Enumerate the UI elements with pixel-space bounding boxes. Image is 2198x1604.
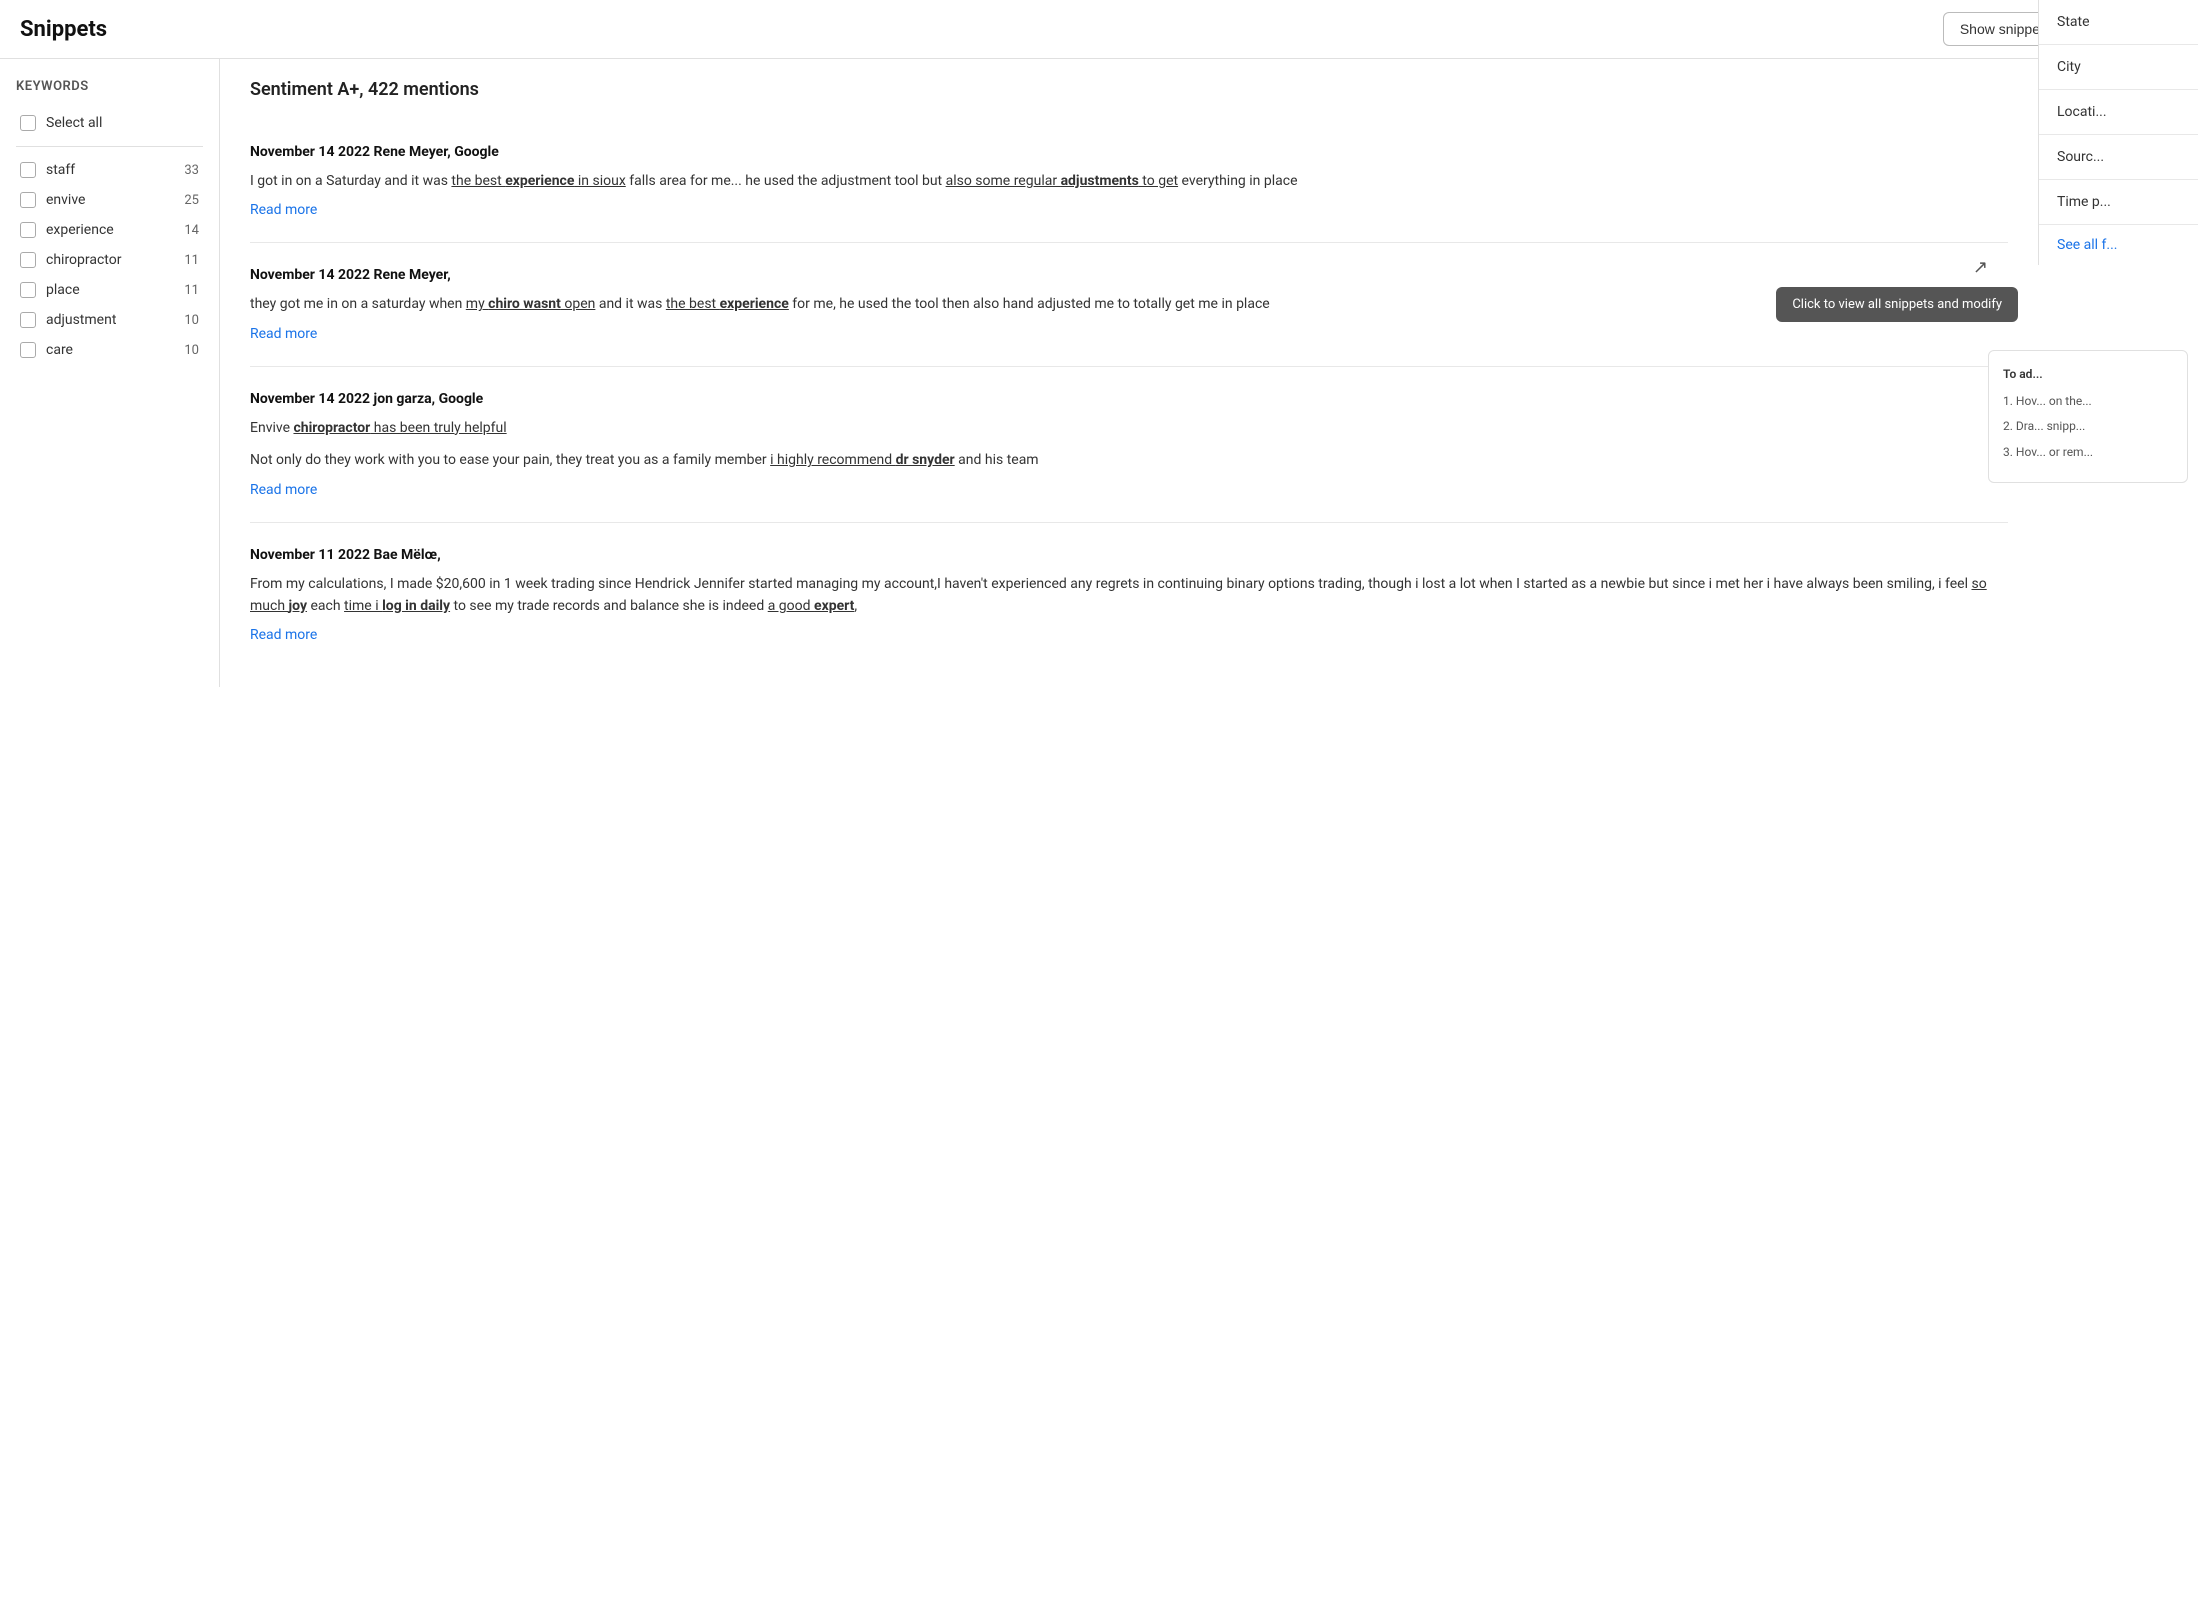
read-more-link-4[interactable]: Read more [250, 627, 317, 643]
keyword-item-staff[interactable]: staff 33 [16, 155, 203, 185]
keyword-count-envive: 25 [184, 193, 199, 208]
tooltip-trigger-icon[interactable]: ↗ [1973, 257, 1988, 278]
keyword-list: staff 33 envive 25 experience 14 chiropr… [16, 155, 203, 365]
keyword-label-envive: envive [46, 192, 174, 208]
review-card-1: November 14 2022 Rene Meyer, Google I go… [250, 120, 2008, 243]
select-all-item[interactable]: Select all [16, 108, 203, 138]
keyword-label-care: care [46, 342, 174, 358]
time-filter[interactable]: Time p... [2039, 180, 2198, 225]
keyword-checkbox-adjustment[interactable] [20, 312, 36, 328]
source-filter-label: Sourc... [2057, 149, 2104, 165]
tooltip-wrapper: ↗ Click to view all snippets and modify [1973, 257, 1988, 278]
review-text-1: I got in on a Saturday and it was the be… [250, 170, 2008, 192]
keyword-count-place: 11 [184, 283, 199, 298]
state-filter[interactable]: State [2039, 0, 2198, 45]
keyword-item-envive[interactable]: envive 25 [16, 185, 203, 215]
keywords-title: Keywords [16, 79, 203, 94]
review-text-3: Envive chiropractor has been truly helpf… [250, 417, 2008, 439]
reviews-list: November 14 2022 Rene Meyer, Google I go… [250, 120, 2008, 667]
review-card-2: ↗ Click to view all snippets and modify … [250, 243, 2008, 366]
keyword-item-chiropractor[interactable]: chiropractor 11 [16, 245, 203, 275]
state-filter-label: State [2057, 14, 2090, 30]
show-snippet-label: Show snippet [1960, 21, 2044, 37]
sidebar-divider [16, 146, 203, 147]
review-meta-2: November 14 2022 Rene Meyer, [250, 267, 2008, 283]
review-meta-4: November 11 2022 Bae Mëlœ, [250, 547, 2008, 563]
select-all-label: Select all [46, 115, 102, 131]
review-text-4: From my calculations, I made $20,600 in … [250, 573, 2008, 618]
keyword-checkbox-chiropractor[interactable] [20, 252, 36, 268]
read-more-link-2[interactable]: Read more [250, 326, 317, 342]
city-filter[interactable]: City [2039, 45, 2198, 90]
keyword-checkbox-experience[interactable] [20, 222, 36, 238]
review-text-2-3: Not only do they work with you to ease y… [250, 449, 2008, 471]
read-more-link-3[interactable]: Read more [250, 482, 317, 498]
keyword-item-adjustment[interactable]: adjustment 10 [16, 305, 203, 335]
instructions-step-1: 1. Hov... on the... [2003, 392, 2173, 411]
page-title: Snippets [20, 17, 107, 42]
keyword-count-adjustment: 10 [184, 313, 199, 328]
review-meta-3: November 14 2022 jon garza, Google [250, 391, 2008, 407]
keyword-count-care: 10 [184, 343, 199, 358]
keyword-count-chiropractor: 11 [184, 253, 199, 268]
keyword-label-adjustment: adjustment [46, 312, 174, 328]
keyword-checkbox-envive[interactable] [20, 192, 36, 208]
right-filters-panel: State City Locati... Sourc... Time p... … [2038, 0, 2198, 265]
time-filter-label: Time p... [2057, 194, 2111, 210]
reviews-panel: Sentiment A+, 422 mentions November 14 2… [220, 59, 2038, 687]
keyword-item-care[interactable]: care 10 [16, 335, 203, 365]
city-filter-label: City [2057, 59, 2081, 75]
keyword-count-experience: 14 [184, 223, 199, 238]
review-meta-1: November 14 2022 Rene Meyer, Google [250, 144, 2008, 160]
instructions-title: To ad... [2003, 365, 2173, 384]
keyword-checkbox-staff[interactable] [20, 162, 36, 178]
keyword-count-staff: 33 [184, 163, 199, 178]
review-text-2: they got me in on a saturday when my chi… [250, 293, 2008, 315]
top-bar: Snippets Show snippet ▾ Positive ▾ [0, 0, 2198, 59]
keyword-label-place: place [46, 282, 174, 298]
location-filter-label: Locati... [2057, 104, 2107, 120]
review-card-3: November 14 2022 jon garza, Google Enviv… [250, 367, 2008, 523]
see-all-filters-link[interactable]: See all f... [2039, 225, 2198, 265]
main-content: Keywords Select all staff 33 envive 25 e… [0, 59, 2198, 687]
keyword-label-chiropractor: chiropractor [46, 252, 174, 268]
keyword-label-experience: experience [46, 222, 174, 238]
keyword-item-place[interactable]: place 11 [16, 275, 203, 305]
select-all-checkbox[interactable] [20, 115, 36, 131]
instructions-step-3: 3. Hov... or rem... [2003, 443, 2173, 462]
source-filter[interactable]: Sourc... [2039, 135, 2198, 180]
location-filter[interactable]: Locati... [2039, 90, 2198, 135]
instructions-panel: To ad... 1. Hov... on the... 2. Dra... s… [1988, 350, 2188, 483]
instructions-step-2: 2. Dra... snipp... [2003, 417, 2173, 436]
keyword-item-experience[interactable]: experience 14 [16, 215, 203, 245]
keyword-checkbox-care[interactable] [20, 342, 36, 358]
read-more-link-1[interactable]: Read more [250, 202, 317, 218]
review-card-4: November 11 2022 Bae Mëlœ, From my calcu… [250, 523, 2008, 668]
sentiment-header: Sentiment A+, 422 mentions [250, 79, 2008, 100]
keyword-checkbox-place[interactable] [20, 282, 36, 298]
keyword-label-staff: staff [46, 162, 174, 178]
keywords-sidebar: Keywords Select all staff 33 envive 25 e… [0, 59, 220, 687]
